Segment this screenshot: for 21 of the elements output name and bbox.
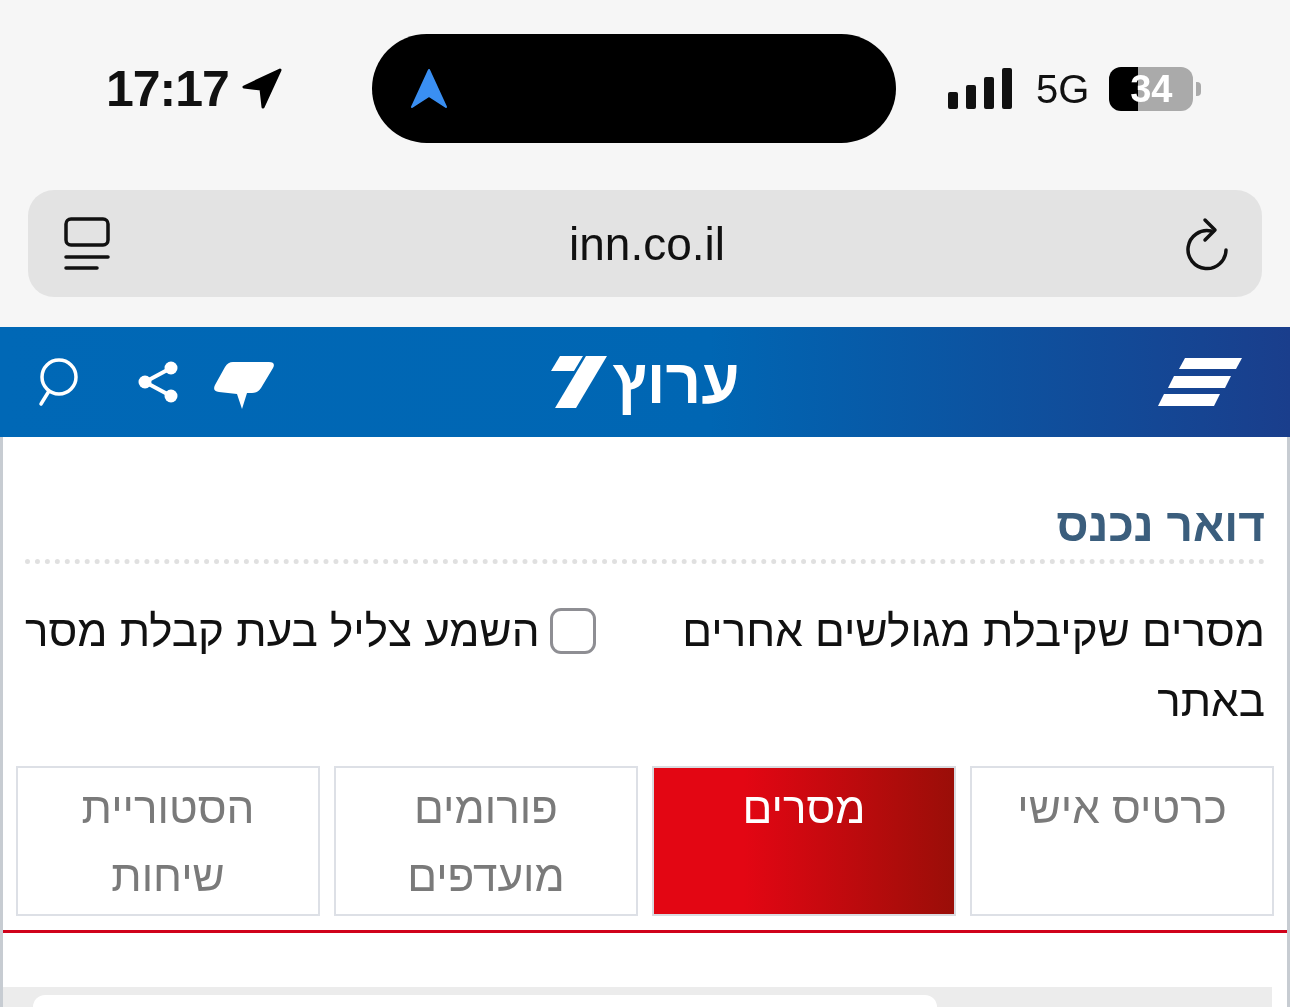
description-text: מסרים שקיבלת מגולשים אחרים באתר [681, 605, 1265, 727]
inbox-title: דואר נכנס [1055, 498, 1265, 553]
logo-seven-icon [550, 356, 607, 408]
navigation-arrow-icon [410, 67, 448, 110]
logo-link[interactable]: ערוץ [550, 351, 740, 413]
checkbox-label[interactable]: השמע צליל בעת קבלת מסר [25, 596, 540, 666]
tab[interactable]: מסרים [652, 766, 956, 916]
tab[interactable]: כרטיס אישי [970, 766, 1274, 916]
checkbox[interactable] [549, 608, 596, 654]
signal-icon [948, 68, 1012, 109]
network-label: 5G [1036, 68, 1090, 109]
tab[interactable]: הסטוריית שיחות [16, 766, 320, 916]
chat-bubble-icon[interactable] [211, 361, 275, 411]
menu-icon[interactable] [1158, 358, 1242, 406]
location-arrow-icon [240, 68, 283, 109]
status-time: 17:17 [106, 63, 229, 114]
address-bar[interactable]: inn.co.il [28, 190, 1262, 297]
search-icon[interactable] [37, 357, 79, 407]
reload-icon[interactable] [1184, 215, 1230, 272]
tab[interactable]: פורומים מועדפים [334, 766, 638, 916]
reader-icon[interactable] [64, 216, 110, 271]
